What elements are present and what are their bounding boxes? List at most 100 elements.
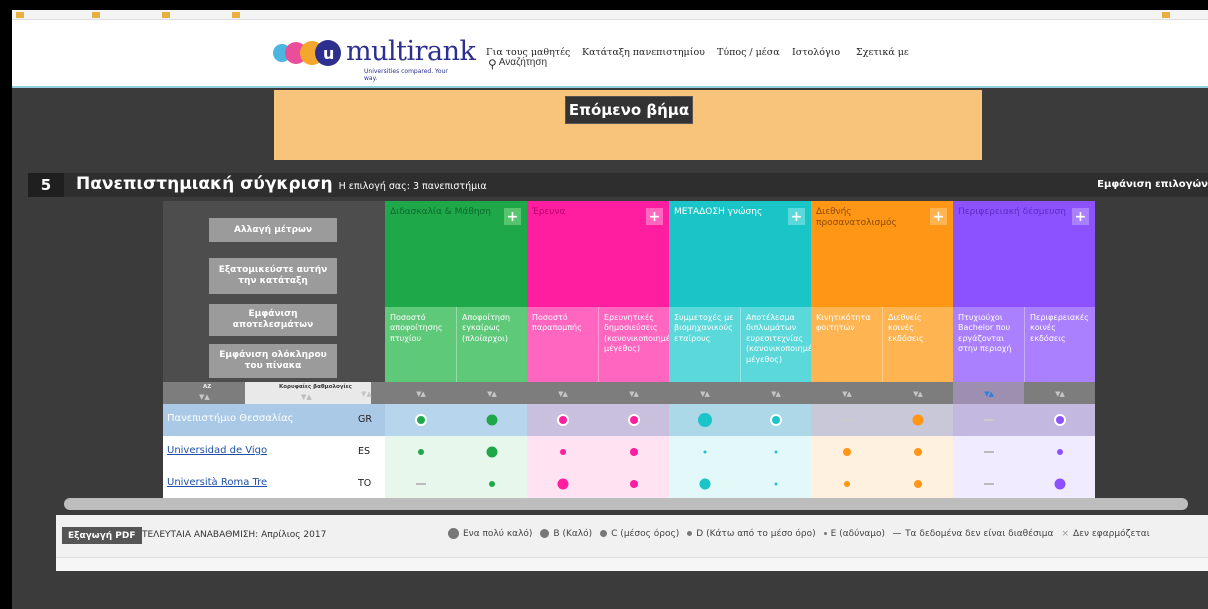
score-cell[interactable] <box>385 468 456 500</box>
multirank-logo[interactable]: u multirank Universities compared. Your … <box>272 36 476 82</box>
show-selection-link[interactable]: Εμφάνιση επιλογών <box>1097 179 1208 190</box>
grade-dot-icon[interactable] <box>559 449 566 455</box>
grade-dot-icon[interactable] <box>557 478 568 490</box>
score-cell[interactable] <box>456 436 527 468</box>
grade-dot-icon[interactable] <box>629 480 638 488</box>
grade-dot-icon[interactable] <box>771 416 780 424</box>
sort-toggle[interactable]: ▼▲ <box>740 382 811 404</box>
university-link[interactable]: Universidad de Vigo <box>167 445 267 456</box>
grade-dot-icon[interactable] <box>703 450 706 454</box>
grade-dot-icon[interactable] <box>913 448 922 456</box>
sort-toggle[interactable]: ▼▲ <box>882 382 953 404</box>
nav-about[interactable]: Σχετικά με <box>856 47 909 58</box>
indicator-header[interactable]: Ποσοστό παραπομπής <box>527 307 598 382</box>
score-cell[interactable] <box>740 404 811 436</box>
sort-toggle[interactable]: ▼▲ <box>953 382 1024 404</box>
expand-plus-icon[interactable]: + <box>1072 208 1089 225</box>
score-cell[interactable] <box>1024 404 1095 436</box>
score-cell[interactable] <box>811 436 882 468</box>
grade-dot-icon[interactable] <box>416 416 425 424</box>
sort-az-label[interactable]: AZ <box>203 384 211 390</box>
show-results-button[interactable]: Εμφάνιση αποτελεσμάτων <box>209 304 337 336</box>
score-cell[interactable] <box>669 468 740 500</box>
sort-toggle[interactable]: ▼▲ <box>385 382 456 404</box>
score-cell[interactable] <box>456 468 527 500</box>
grade-dot-icon[interactable] <box>913 480 922 488</box>
indicator-header[interactable]: Ερευνητικές δημοσιεύσεις (κανονικοποιημέ… <box>598 307 680 382</box>
expand-plus-icon[interactable]: + <box>646 208 663 225</box>
bookmark-folder-icon[interactable] <box>162 12 170 18</box>
bookmark-folder-icon[interactable] <box>92 12 100 18</box>
grade-dot-icon[interactable] <box>629 448 638 456</box>
bookmark-folder-icon[interactable] <box>16 12 24 18</box>
horizontal-scrollbar[interactable] <box>64 498 1188 510</box>
bookmark-folder-icon[interactable] <box>1162 12 1170 18</box>
score-cell[interactable] <box>598 468 669 500</box>
expand-plus-icon[interactable]: + <box>788 208 805 225</box>
indicator-header[interactable]: Περιφερειακές κοινές εκδόσεις <box>1024 307 1095 382</box>
score-cell[interactable] <box>527 468 598 500</box>
score-cell[interactable] <box>953 436 1024 468</box>
category-header[interactable]: Περιφερειακή δέσμευση + <box>953 201 1095 307</box>
score-cell[interactable] <box>669 404 740 436</box>
sort-toggle[interactable]: ▼▲ <box>527 382 598 404</box>
grade-dot-icon[interactable] <box>1054 478 1065 490</box>
indicator-header[interactable]: Διεθνείς κοινές εκδόσεις <box>882 307 953 382</box>
university-link[interactable]: Πανεπιστήμιο Θεσσαλίας <box>167 413 294 424</box>
score-cell[interactable] <box>456 404 527 436</box>
score-cell[interactable] <box>882 404 953 436</box>
next-step-button[interactable]: Επόμενο βήμα <box>565 96 693 124</box>
expand-plus-icon[interactable]: + <box>504 208 521 225</box>
university-link[interactable]: Università Roma Tre <box>167 477 267 488</box>
nav-blog[interactable]: Ιστολόγιο <box>792 47 840 58</box>
grade-dot-icon[interactable] <box>488 481 495 487</box>
score-cell[interactable] <box>527 404 598 436</box>
grade-dot-icon[interactable] <box>1055 416 1064 424</box>
score-cell[interactable] <box>669 436 740 468</box>
sort-toggle[interactable]: ▼▲ <box>456 382 527 404</box>
category-header[interactable]: Διεθνής προσανατολισμός + <box>811 201 953 307</box>
score-cell[interactable] <box>882 468 953 500</box>
sort-toggle[interactable]: ▼▲ <box>598 382 669 404</box>
change-measures-button[interactable]: Αλλαγή μέτρων <box>209 218 337 242</box>
grade-dot-icon[interactable] <box>912 414 923 426</box>
grade-dot-icon[interactable] <box>774 482 777 486</box>
grade-dot-icon[interactable] <box>1056 449 1063 455</box>
export-pdf-button[interactable]: Εξαγωγή PDF <box>62 527 142 544</box>
score-cell[interactable] <box>385 436 456 468</box>
indicator-header[interactable]: Πτυχιούχοι Bachelor που εργάζονται στην … <box>953 307 1024 382</box>
score-cell[interactable] <box>740 468 811 500</box>
nav-search[interactable]: ⚲ Αναζήτηση <box>488 57 547 71</box>
indicator-header[interactable]: Συμμετοχές με βιομηχανικούς εταίρους <box>669 307 740 382</box>
indicator-header[interactable]: Αποφοίτηση εγκαίρως (πλοίαρχοι) <box>456 307 527 382</box>
category-header[interactable]: Διδασκαλία & Μάθηση + <box>385 201 527 307</box>
grade-dot-icon[interactable] <box>842 448 851 456</box>
score-cell[interactable] <box>811 468 882 500</box>
grade-dot-icon[interactable] <box>417 449 424 455</box>
score-cell[interactable] <box>385 404 456 436</box>
grade-dot-icon[interactable] <box>486 414 497 426</box>
score-cell[interactable] <box>740 436 811 468</box>
category-header[interactable]: ΜΕΤΑΔΟΣΗ γνώσης + <box>669 201 811 307</box>
score-cell[interactable] <box>1024 436 1095 468</box>
indicator-header[interactable]: Κινητικότητα φοιτητών <box>811 307 882 382</box>
indicator-header[interactable]: Αποτέλεσμα διπλωμάτων ευρεσιτεχνίας (καν… <box>740 307 822 382</box>
sort-toggle[interactable]: ▼▲ <box>669 382 740 404</box>
grade-dot-icon[interactable] <box>629 416 638 424</box>
bookmark-folder-icon[interactable] <box>232 12 240 18</box>
indicator-header[interactable]: Ποσοστό αποφοίτησης πτυχίου <box>385 307 456 382</box>
grade-dot-icon[interactable] <box>774 450 777 454</box>
category-header[interactable]: Έρευνα + <box>527 201 669 307</box>
grade-dot-icon[interactable] <box>697 413 712 427</box>
grade-dot-icon[interactable] <box>843 481 850 487</box>
customize-ranking-button[interactable]: Εξατομικεύστε αυτήν την κατάταξη <box>209 258 337 294</box>
grade-dot-icon[interactable] <box>558 416 567 424</box>
sort-top-cell[interactable]: Κορυφαίες βαθμολογίες ▼▲ <box>245 382 371 404</box>
score-cell[interactable] <box>598 404 669 436</box>
nav-media[interactable]: Τύπος / μέσα <box>717 47 780 58</box>
score-cell[interactable] <box>953 404 1024 436</box>
sort-toggle[interactable]: ▼▲ <box>1024 382 1095 404</box>
sort-country-icon[interactable]: ▼▲ <box>361 390 372 398</box>
score-cell[interactable] <box>598 436 669 468</box>
nav-ranking[interactable]: Κατάταξη πανεπιστημίου <box>582 47 705 58</box>
